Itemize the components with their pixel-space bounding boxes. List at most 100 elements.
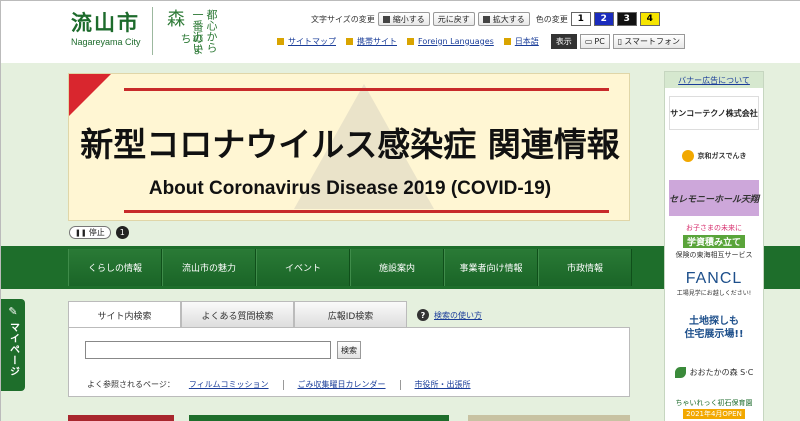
garbage-calendar-link[interactable]: ごみ収集曜日カレンダー (298, 379, 386, 390)
mobile-site-link[interactable]: 携帯サイト (346, 36, 397, 47)
ad-nursery-line2: 2021年4月OPEN (683, 408, 745, 419)
color-2-button[interactable]: 2 (593, 12, 614, 26)
font-reset-label: 元に戻す (437, 14, 470, 24)
ad-otaka-no-mori-sc[interactable]: おおたかの森 S·C (669, 354, 759, 390)
color-change-label: 色の変更 (535, 14, 568, 24)
banner-top-rule (124, 88, 609, 91)
monitor-icon: ▭ (584, 36, 593, 46)
nav-living-info[interactable]: くらしの情報 (68, 249, 162, 286)
frequent-pages-label: よく参照されるページ： (87, 380, 175, 389)
ad-keiwa-gas[interactable]: 京和ガスでんき (669, 138, 759, 174)
ad-fancl[interactable]: FANCL 工場見学にお越しください! (669, 266, 759, 300)
search-help-label: 検索の使い方 (434, 310, 482, 320)
search-tabs: サイト内検索 よくある質問検索 広報ID検索 (68, 301, 407, 328)
color-4-button[interactable]: 4 (639, 12, 660, 26)
my-page-label: マイページ (7, 322, 19, 377)
ad-housing-line2: 住宅展示場!! (684, 329, 744, 340)
font-shrink-button[interactable]: 縮小する (377, 12, 430, 26)
banner-subtitle: About Coronavirus Disease 2019 (COVID-19… (148, 178, 552, 199)
pencil-icon: ✎ (8, 305, 18, 318)
ad-ceremony-hall[interactable]: セレモニーホール天翔 (669, 180, 759, 216)
link-divider (399, 379, 401, 390)
city-logo[interactable]: 流山市 Nagareyama City (71, 10, 151, 48)
banner-ad-about-link[interactable]: バナー広告について (665, 72, 763, 88)
ad-keiwa-label: 京和ガスでんき (697, 152, 747, 160)
content-strip-green (189, 415, 449, 421)
japanese-link[interactable]: 日本語 (503, 36, 539, 47)
film-commission-link[interactable]: フィルムコミッション (189, 379, 269, 390)
nav-business-info[interactable]: 事業者向け情報 (444, 249, 538, 286)
mobile-site-label: 携帯サイト (357, 36, 397, 46)
smartphone-label: スマートフォン (624, 36, 680, 46)
font-shrink-label: 縮小する (392, 14, 425, 24)
logo-divider (152, 7, 153, 55)
banner-controls: ❚❚ 停止 1 (69, 226, 129, 239)
ad-sanko-techno[interactable]: サンコーテクノ株式会社 (669, 96, 759, 130)
tab-faq-search[interactable]: よくある質問検索 (181, 301, 294, 328)
covid-banner[interactable]: 新型コロナウイルス感染症 関連情報 About Coronavirus Dise… (68, 73, 630, 221)
corner-ribbon (69, 74, 111, 116)
accessibility-toolbar: 文字サイズの変更 縮小する 元に戻す 拡大する 色の変更 1 2 3 4 (311, 11, 660, 27)
ad-housing-exhibition[interactable]: 土地探しも 住宅展示場!! (669, 306, 759, 350)
phone-icon: ▯ (617, 36, 623, 46)
smartphone-view-button[interactable]: ▯ スマートフォン (612, 33, 685, 49)
ad-tokai-line2: 学資積み立て (682, 234, 745, 248)
search-panel: 検索 よく参照されるページ： フィルムコミッション ごみ収集曜日カレンダー 市役… (68, 327, 630, 397)
japanese-label: 日本語 (514, 36, 539, 46)
nav-facilities[interactable]: 施設案内 (350, 249, 444, 286)
display-label: 表示 (550, 33, 577, 49)
tagline-mori: 森 (164, 9, 185, 27)
city-tagline: 森 都心から 一番近い のまち (161, 5, 221, 61)
bullet-icon (407, 37, 414, 45)
flame-icon (681, 150, 694, 162)
foreign-languages-label: Foreign Languages (418, 36, 494, 46)
nav-city-charm[interactable]: 流山市の魅力 (162, 249, 256, 286)
tab-pr-id-search[interactable]: 広報ID検索 (294, 301, 407, 328)
slide-indicator[interactable]: 1 (115, 226, 129, 239)
header-links: サイトマップ 携帯サイト Foreign Languages 日本語 表示 ▭ P… (277, 33, 685, 49)
stop-label: 停止 (88, 228, 105, 237)
question-icon: ? (417, 309, 429, 321)
nav-events[interactable]: イベント (256, 249, 350, 286)
logo-english: Nagareyama City (71, 37, 141, 47)
font-enlarge-button[interactable]: 拡大する (477, 12, 530, 26)
ad-tokai-line1: お子さまの未来に (686, 223, 742, 232)
ad-nursery-school[interactable]: ちゃいれっく初石保育園 2021年4月OPEN (669, 394, 759, 421)
sitemap-label: サイトマップ (288, 36, 336, 46)
square-icon (382, 15, 390, 23)
ad-tokai-line3: 保険の東海相互サービス (675, 250, 753, 259)
ad-housing-line1: 土地探しも (689, 316, 739, 327)
content-strip-red (68, 415, 174, 421)
my-page-tab[interactable]: ✎ マイページ (1, 299, 25, 391)
slideshow-stop-button[interactable]: ❚❚ 停止 (69, 226, 111, 239)
foreign-languages-link[interactable]: Foreign Languages (407, 37, 494, 46)
search-help-link[interactable]: ? 検索の使い方 (417, 309, 482, 321)
pause-icon: ❚❚ (75, 228, 87, 237)
tagline-col1: 都心から (205, 9, 218, 53)
pc-view-button[interactable]: ▭ PC (579, 33, 610, 49)
ad-fancl-logo: FANCL (685, 269, 743, 287)
nav-city-government[interactable]: 市政情報 (538, 249, 632, 286)
link-divider (282, 379, 284, 390)
ad-nursery-line1: ちゃいれっく初石保育園 (675, 398, 753, 407)
search-input[interactable] (85, 341, 331, 359)
content-strip-beige (468, 415, 630, 421)
logo-japanese: 流山市 (71, 10, 140, 35)
pc-label: PC (594, 36, 605, 46)
square-icon (482, 15, 490, 23)
tab-site-search[interactable]: サイト内検索 (68, 301, 181, 328)
site-header: 流山市 Nagareyama City 森 都心から 一番近い のまち 文字サイ… (1, 1, 800, 63)
search-button[interactable]: 検索 (337, 341, 361, 359)
color-3-button[interactable]: 3 (616, 12, 637, 26)
city-office-link[interactable]: 市役所・出張所 (415, 379, 471, 390)
frequent-pages: よく参照されるページ： フィルムコミッション ごみ収集曜日カレンダー 市役所・出… (87, 379, 471, 390)
tagline-col3: のまち (179, 33, 204, 55)
bullet-icon (503, 37, 511, 45)
ad-otaka-label: おおたかの森 S·C (689, 367, 754, 377)
color-1-button[interactable]: 1 (570, 12, 591, 26)
ad-tokai-sogo[interactable]: お子さまの未来に 学資積み立て 保険の東海相互サービス (669, 221, 759, 261)
font-reset-button[interactable]: 元に戻す (432, 12, 475, 26)
sitemap-link[interactable]: サイトマップ (277, 36, 336, 47)
font-enlarge-label: 拡大する (492, 14, 525, 24)
bullet-icon (277, 37, 284, 45)
